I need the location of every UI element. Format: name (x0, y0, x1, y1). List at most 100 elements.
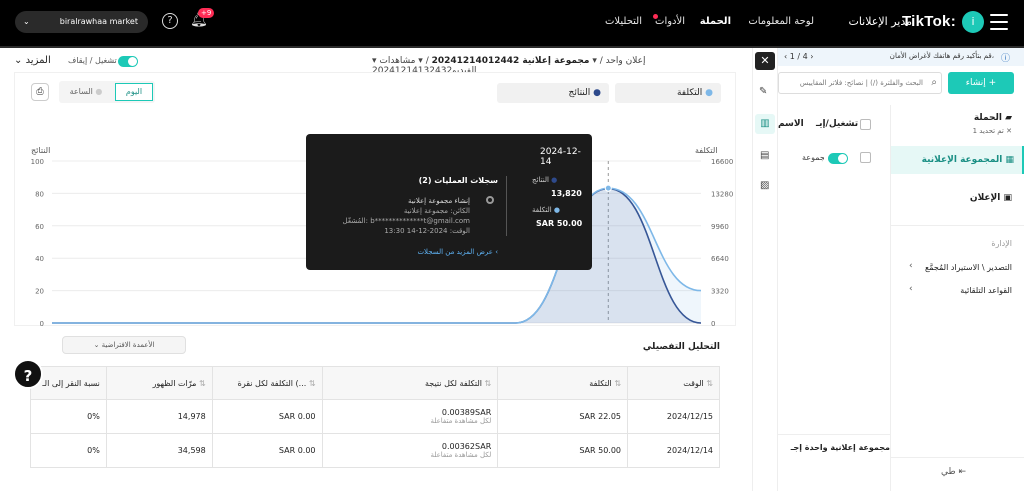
folder-icon: ▰ (1005, 113, 1012, 123)
help-button[interactable]: ? (13, 359, 43, 389)
cell-cpr: 0.00362SAR لكل مشاهدة متفاعلة (321, 433, 499, 468)
left-tick-label: 0 (40, 320, 44, 327)
breadcrumb-ad[interactable]: إعلان واحد (606, 56, 646, 66)
col-time[interactable]: الوقت ⇅ (627, 366, 720, 400)
right-tick-label: 16600 (711, 158, 733, 166)
export-icon[interactable]: ⎙ (31, 83, 49, 101)
avatar[interactable]: i (962, 11, 984, 33)
metric-cost[interactable]: التكلفة ● (615, 83, 721, 103)
edit-icon[interactable]: ✎ (759, 86, 767, 97)
account-selector[interactable]: ⌄ biralrawhaa market (15, 11, 148, 33)
cell-time: 2024/12/15 (627, 399, 720, 434)
tooltip-cost-value: SAR 50.00 (536, 219, 583, 228)
close-icon[interactable]: ✕ (755, 52, 775, 70)
left-tick-label: 40 (35, 255, 44, 263)
detail-panel: ⌄ المزيد تشغيل / إيقاف ▾ إعلان واحد / ▾ … (0, 48, 752, 491)
row-checkbox[interactable] (860, 152, 871, 163)
cell-impressions: 34,598 (105, 433, 213, 468)
right-axis-title: التكلفة (695, 146, 718, 155)
day-option[interactable]: اليوم (115, 83, 153, 101)
nav-campaign[interactable]: الحملة (700, 16, 731, 27)
granularity-toggle: الساعة ● اليوم (59, 81, 155, 103)
left-tick-label: 80 (35, 190, 44, 198)
analysis-title: التحليل التفصيلي (642, 342, 720, 352)
more-dropdown[interactable]: ⌄ المزيد (14, 55, 51, 66)
right-tick-label: 6640 (711, 255, 729, 263)
side-tool-strip: ✎ ▥ ▤ ▨ (752, 48, 778, 491)
nav-analytics[interactable]: التحليلات (605, 16, 642, 27)
nav-tools[interactable]: الأدوات (655, 16, 685, 27)
hour-option[interactable]: الساعة ● (61, 83, 111, 101)
right-tick-label: 3320 (711, 288, 729, 296)
sidebar-item-adgroup[interactable]: المجموعة الإعلانية ▦ (891, 146, 1024, 174)
admin-heading: الإدارة (991, 239, 1012, 248)
cell-time: 2024/12/14 (627, 433, 720, 468)
chevron-left-icon: ‹ (909, 284, 913, 294)
log-action: إنشاء مجموعة إعلانية (408, 197, 470, 205)
columns-dropdown[interactable]: ⌄ الأعمدة الافتراضية (62, 336, 186, 354)
select-all-checkbox[interactable] (860, 119, 871, 130)
bottom-row: مجموعة إعلانية واحدة إجـ (778, 434, 890, 460)
sidebar-item-rules[interactable]: القواعد التلقائية (960, 286, 1012, 295)
chevron-down-icon[interactable]: ▾ (589, 56, 597, 66)
sidebar-item-ad[interactable]: الإعلان ▣ (970, 193, 1012, 203)
tooltip-results-label: النتائج ● (532, 176, 558, 184)
document-icon[interactable]: ▤ (760, 150, 769, 161)
chevron-down-icon: ⌄ (23, 17, 30, 26)
cell-ctr: 0% (30, 433, 107, 468)
tooltip-date: 2024-12-14 (540, 147, 581, 167)
tooltip-divider (506, 176, 507, 236)
log-operator: المُشغّل: b**************t@gmail.com (342, 217, 470, 225)
level-sidebar: الحملة ▰ 1 تم تحديد ✕ المجموعة الإعلانية… (890, 105, 1024, 491)
cell-impressions: 14,978 (105, 399, 213, 434)
tooltip-cost-label: التكلفة ● (532, 206, 561, 214)
breadcrumb-adgroup[interactable]: مجموعة إعلانية 20241214012442 (432, 56, 590, 66)
campaign-selected-count: 1 تم تحديد ✕ (972, 127, 1012, 135)
col-cost[interactable]: التكلفة ⇅ (497, 366, 629, 400)
chevron-right-icon[interactable]: › (810, 52, 813, 61)
toggle-label: تشغيل / إيقاف (68, 56, 117, 65)
notification-badge: +9 (198, 8, 215, 18)
col-impressions[interactable]: مرّات الظهور ⇅ (105, 366, 213, 400)
row-status-toggle[interactable] (828, 153, 848, 164)
collapse-button[interactable]: طي ⇤ (941, 467, 966, 477)
col-name[interactable]: الاسم (778, 119, 804, 129)
search-input[interactable]: ⌕ البحث والفلترة (/) | نصائح: فلاتر المق… (778, 72, 942, 94)
left-tick-label: 20 (35, 288, 44, 296)
chart-icon[interactable]: ▥ (755, 114, 775, 134)
status-toggle[interactable] (118, 56, 138, 67)
cell-ctr: 0% (30, 399, 107, 434)
col-status[interactable]: تشغيل/إيـ (816, 119, 858, 129)
metric-results[interactable]: النتائج ● (497, 83, 609, 103)
left-tick-label: 100 (31, 158, 44, 166)
left-axis-title: النتائج (31, 146, 51, 155)
chart-tooltip: 2024-12-14 النتائج ● 13,820 التكلفة ● SA… (306, 134, 592, 270)
analysis-table: نسبة النقر إلى الـ مرّات الظهور ⇅ التكلف… (30, 366, 720, 468)
row-name[interactable]: مجموعة (802, 153, 824, 162)
bottom-row-label[interactable]: مجموعة إعلانية واحدة إجـ (791, 443, 890, 452)
chevron-left-icon[interactable]: ‹ (784, 52, 787, 61)
tools-dot (653, 14, 658, 19)
sidebar-item-campaign[interactable]: الحملة ▰ (974, 113, 1012, 123)
help-icon[interactable]: ? (162, 13, 178, 29)
close-icon: ✕ (1006, 127, 1012, 135)
cell-cpr: 0.00389SAR لكل مشاهدة متفاعلة (321, 399, 499, 434)
logs-title: سجلات العمليات (2) (418, 176, 498, 185)
more-logs-link[interactable]: عرض المزيد من السجلات ‹ (417, 248, 498, 256)
table-row: 0% 14,978 SAR 0.00 0.00389SAR لكل مشاهدة … (30, 399, 720, 434)
table-header-row: نسبة النقر إلى الـ مرّات الظهور ⇅ التكلف… (30, 366, 720, 400)
log-object: الكائن: مجموعة إعلانية (403, 207, 470, 215)
col-cpr[interactable]: التكلفة لكل نتيجة ⇅ (321, 366, 499, 400)
sidebar-item-export[interactable]: التصدير \ الاستيراد المُجمَّع (925, 263, 1012, 272)
chevron-down-icon[interactable]: ▾ (415, 56, 423, 66)
notice-text: قم بتأكيد رقم هاتفك لأغراض الأمان، (889, 52, 994, 60)
nav-dashboard[interactable]: لوحة المعلومات (748, 16, 814, 27)
adgroup-label: المجموعة الإعلانية ▦ (921, 155, 1014, 165)
analytics-icon[interactable]: ▨ (760, 180, 769, 191)
menu-icon[interactable] (990, 14, 1008, 30)
log-entry: إنشاء مجموعة إعلانية الكائن: مجموعة إعلا… (343, 196, 470, 236)
timeline-dot (486, 196, 494, 204)
create-button[interactable]: إنشاء + (948, 72, 1014, 94)
divider (891, 457, 1024, 458)
col-cpc[interactable]: التكلفة لكل نقرة (... ⇅ (211, 366, 323, 400)
